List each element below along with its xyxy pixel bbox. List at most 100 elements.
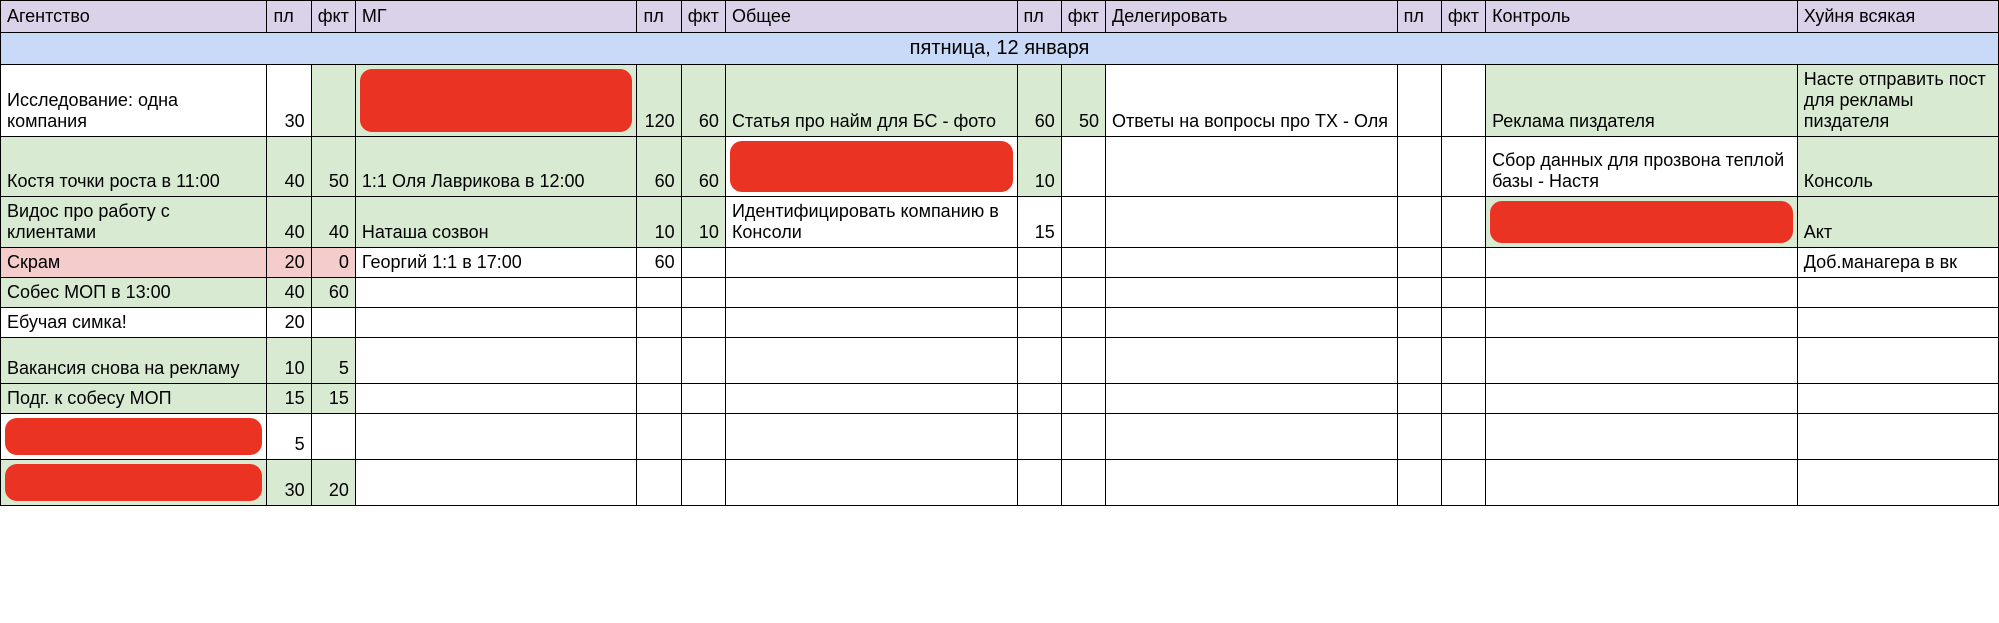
cell-mg-pl[interactable]: 60 (637, 137, 681, 197)
cell-del-fkt[interactable] (1441, 414, 1485, 460)
cell-mg-pl[interactable]: 120 (637, 65, 681, 137)
cell-mg-pl[interactable] (637, 460, 681, 506)
cell-del-fkt[interactable] (1441, 308, 1485, 338)
cell-mg-pl[interactable]: 60 (637, 248, 681, 278)
cell-misc[interactable] (1797, 308, 1998, 338)
cell-mg-fkt[interactable] (681, 460, 725, 506)
cell-misc[interactable]: Доб.манагера в вк (1797, 248, 1998, 278)
cell-del-fkt[interactable] (1441, 248, 1485, 278)
cell-del-fkt[interactable] (1441, 338, 1485, 384)
cell-mg[interactable] (355, 338, 637, 384)
cell-general[interactable] (725, 338, 1017, 384)
cell-mg-pl[interactable] (637, 414, 681, 460)
cell-control[interactable]: Реклама пиздателя (1486, 65, 1798, 137)
cell-misc[interactable]: Акт (1797, 197, 1998, 248)
cell-agency-pl[interactable]: 10 (267, 338, 311, 384)
cell-misc[interactable]: Консоль (1797, 137, 1998, 197)
cell-mg-pl[interactable] (637, 338, 681, 384)
cell-mg[interactable] (355, 414, 637, 460)
cell-gen-pl[interactable] (1017, 384, 1061, 414)
cell-mg[interactable]: 1:1 Оля Лаврикова в 12:00 (355, 137, 637, 197)
cell-mg-fkt[interactable] (681, 248, 725, 278)
cell-del-fkt[interactable] (1441, 197, 1485, 248)
cell-gen-fkt[interactable] (1061, 384, 1105, 414)
cell-delegate[interactable] (1106, 137, 1398, 197)
cell-gen-pl[interactable] (1017, 248, 1061, 278)
cell-gen-fkt[interactable] (1061, 414, 1105, 460)
cell-agency-fkt[interactable]: 40 (311, 197, 355, 248)
cell-gen-pl[interactable]: 60 (1017, 65, 1061, 137)
cell-del-fkt[interactable] (1441, 65, 1485, 137)
cell-misc[interactable] (1797, 384, 1998, 414)
cell-delegate[interactable] (1106, 278, 1398, 308)
cell-del-pl[interactable] (1397, 414, 1441, 460)
cell-general[interactable] (725, 414, 1017, 460)
cell-gen-fkt[interactable] (1061, 248, 1105, 278)
cell-control[interactable] (1486, 414, 1798, 460)
cell-mg[interactable] (355, 460, 637, 506)
cell-gen-pl[interactable]: 15 (1017, 197, 1061, 248)
cell-control[interactable] (1486, 248, 1798, 278)
cell-agency[interactable]: Костя точки роста в 11:00 (1, 137, 267, 197)
cell-gen-fkt[interactable] (1061, 137, 1105, 197)
cell-agency-pl[interactable]: 20 (267, 248, 311, 278)
cell-mg[interactable] (355, 278, 637, 308)
cell-agency-fkt[interactable]: 5 (311, 338, 355, 384)
cell-general[interactable] (725, 460, 1017, 506)
cell-mg-fkt[interactable] (681, 414, 725, 460)
cell-general[interactable]: Статья про найм для БС - фото (725, 65, 1017, 137)
cell-del-pl[interactable] (1397, 338, 1441, 384)
cell-agency-pl[interactable]: 40 (267, 137, 311, 197)
cell-mg[interactable]: Георгий 1:1 в 17:00 (355, 248, 637, 278)
cell-agency[interactable]: Вакансия снова на рекламу (1, 338, 267, 384)
cell-mg-fkt[interactable] (681, 278, 725, 308)
cell-agency-pl[interactable]: 5 (267, 414, 311, 460)
cell-gen-pl[interactable] (1017, 460, 1061, 506)
cell-del-pl[interactable] (1397, 248, 1441, 278)
cell-agency[interactable]: Видос про работу с клиентами (1, 197, 267, 248)
cell-agency-fkt[interactable] (311, 308, 355, 338)
cell-agency-pl[interactable]: 30 (267, 460, 311, 506)
cell-mg-fkt[interactable] (681, 308, 725, 338)
cell-general[interactable] (725, 384, 1017, 414)
cell-del-pl[interactable] (1397, 65, 1441, 137)
cell-del-pl[interactable] (1397, 197, 1441, 248)
cell-misc[interactable] (1797, 278, 1998, 308)
cell-mg-fkt[interactable] (681, 338, 725, 384)
cell-agency-pl[interactable]: 40 (267, 278, 311, 308)
cell-delegate[interactable] (1106, 197, 1398, 248)
cell-agency[interactable]: Подг. к собесу МОП (1, 384, 267, 414)
cell-agency-pl[interactable]: 20 (267, 308, 311, 338)
cell-delegate[interactable] (1106, 338, 1398, 384)
cell-general[interactable] (725, 308, 1017, 338)
cell-del-pl[interactable] (1397, 460, 1441, 506)
cell-agency[interactable]: Собес МОП в 13:00 (1, 278, 267, 308)
cell-del-pl[interactable] (1397, 137, 1441, 197)
cell-mg-pl[interactable] (637, 308, 681, 338)
cell-delegate[interactable]: Ответы на вопросы про ТХ - Оля (1106, 65, 1398, 137)
cell-agency-pl[interactable]: 30 (267, 65, 311, 137)
cell-misc[interactable] (1797, 338, 1998, 384)
cell-control[interactable] (1486, 197, 1798, 248)
cell-control[interactable] (1486, 384, 1798, 414)
cell-mg[interactable] (355, 384, 637, 414)
cell-gen-fkt[interactable]: 50 (1061, 65, 1105, 137)
cell-misc[interactable]: Насте отправить пост для рекламы пиздате… (1797, 65, 1998, 137)
cell-gen-pl[interactable] (1017, 338, 1061, 384)
cell-agency-pl[interactable]: 15 (267, 384, 311, 414)
cell-delegate[interactable] (1106, 414, 1398, 460)
cell-mg-fkt[interactable]: 60 (681, 65, 725, 137)
cell-mg[interactable]: Наташа созвон (355, 197, 637, 248)
cell-gen-pl[interactable] (1017, 308, 1061, 338)
cell-mg-fkt[interactable] (681, 384, 725, 414)
cell-del-fkt[interactable] (1441, 137, 1485, 197)
cell-agency-fkt[interactable] (311, 414, 355, 460)
cell-agency-fkt[interactable]: 15 (311, 384, 355, 414)
cell-gen-fkt[interactable] (1061, 278, 1105, 308)
cell-agency-fkt[interactable]: 20 (311, 460, 355, 506)
cell-control[interactable] (1486, 338, 1798, 384)
cell-control[interactable]: Сбор данных для прозвона теплой базы - Н… (1486, 137, 1798, 197)
cell-agency-fkt[interactable]: 50 (311, 137, 355, 197)
cell-misc[interactable] (1797, 414, 1998, 460)
cell-agency[interactable]: Ебучая симка! (1, 308, 267, 338)
